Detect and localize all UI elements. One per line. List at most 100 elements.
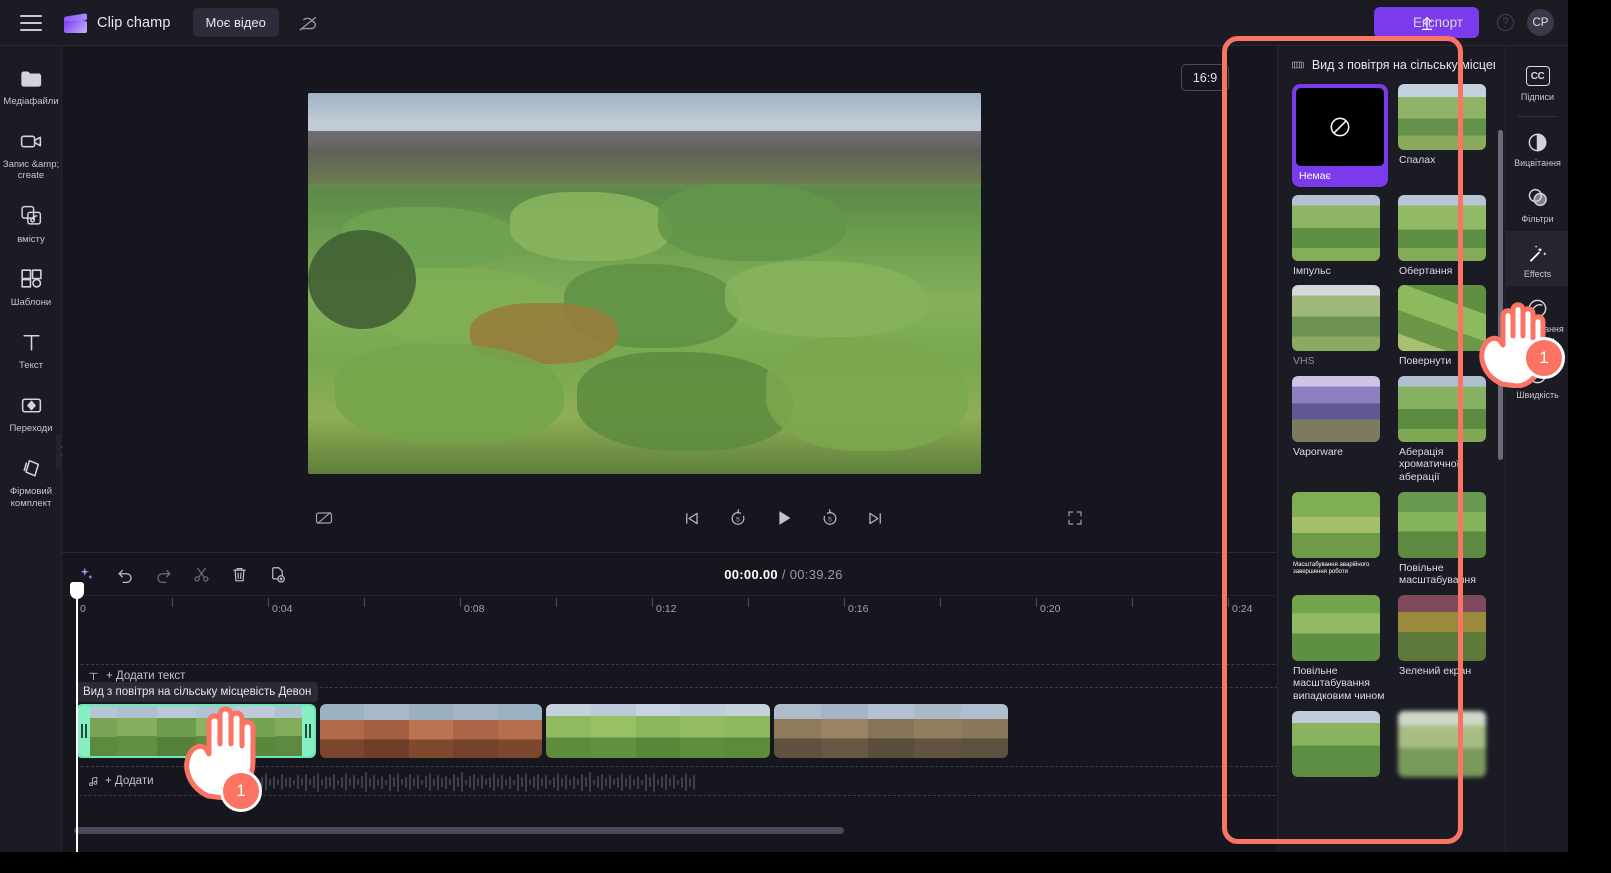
- timeline-tools: [62, 559, 292, 589]
- sidebar-item-effects[interactable]: Effects: [1506, 231, 1568, 287]
- forward-5-icon[interactable]: 5: [818, 506, 842, 530]
- effect-option-flash[interactable]: Спалах: [1398, 84, 1494, 187]
- table-row[interactable]: [774, 704, 1008, 758]
- fade-icon: [1526, 130, 1550, 154]
- effect-option-crash-zoom[interactable]: Масштабування аварійного завершення робо…: [1292, 491, 1388, 587]
- effects-panel-scrollbar[interactable]: [1498, 130, 1503, 460]
- sidebar-item-speed[interactable]: Швидкість: [1506, 352, 1568, 407]
- sidebar-item-brandkit-label: Фірмовий комплект: [9, 486, 53, 509]
- split-icon[interactable]: [186, 559, 216, 589]
- clip-trim-handle-right[interactable]: [302, 706, 314, 756]
- audio-track-add-label: + Додати: [105, 775, 154, 787]
- app-header: Clip champ Моє відео Експорт CP: [0, 0, 1568, 46]
- rewind-5-icon[interactable]: 5: [726, 506, 750, 530]
- clipchamp-logo-icon: [64, 12, 88, 34]
- clip-trim-handle-left[interactable]: [78, 706, 90, 756]
- sidebar-item-templates[interactable]: Шаблони: [0, 257, 62, 314]
- effect-option-none[interactable]: Немає: [1292, 84, 1388, 187]
- effects-panel: Вид з повітря на сільську місцевість Дев…: [1277, 46, 1505, 852]
- duplicate-icon[interactable]: [262, 559, 292, 589]
- skip-to-end-icon[interactable]: [864, 506, 888, 530]
- sidebar-item-color-adjust[interactable]: Коригування кольору: [1506, 286, 1568, 352]
- clip-thumbnails: [546, 704, 770, 758]
- audio-track-add[interactable]: + Додати: [76, 766, 1480, 796]
- cloud-off-icon[interactable]: [297, 12, 319, 34]
- sidebar-item-text[interactable]: Текст: [0, 320, 62, 377]
- effects-panel-title: Вид з повітря на сільську місцевість Дев…: [1311, 58, 1495, 72]
- playhead[interactable]: [70, 582, 84, 852]
- effect-option-14[interactable]: [1398, 710, 1494, 781]
- undo-icon[interactable]: [110, 559, 140, 589]
- aspect-ratio-button[interactable]: 16:9: [1181, 64, 1229, 91]
- timeline-scrollbar-thumb[interactable]: [74, 827, 844, 834]
- effect-option-flip[interactable]: Повернути: [1398, 285, 1494, 368]
- effect-label: Аберація хроматичної аберації: [1399, 445, 1460, 483]
- effect-option-vhs[interactable]: VHS: [1292, 285, 1388, 368]
- captions-off-icon[interactable]: [312, 506, 336, 530]
- delete-icon[interactable]: [224, 559, 254, 589]
- color-adjust-icon: [1526, 296, 1550, 320]
- effect-label: Зелений екран: [1399, 664, 1472, 677]
- fullscreen-icon[interactable]: [1063, 506, 1087, 530]
- sidebar-item-content[interactable]: вмісту: [0, 194, 62, 251]
- table-row[interactable]: [76, 704, 316, 758]
- clip-tooltip: Вид з повітря на сільську місцевість Дев…: [76, 682, 319, 702]
- effect-option-pulse[interactable]: Імпульс: [1292, 194, 1388, 278]
- sidebar-item-media[interactable]: Медіафайли: [0, 56, 62, 113]
- effect-option-green-screen[interactable]: Зелений екран: [1398, 594, 1494, 703]
- effects-grid: Немає Спалах Імпульс Обертання VHS Повер…: [1278, 80, 1505, 791]
- redo-icon[interactable]: [148, 559, 178, 589]
- time-separator: /: [781, 566, 786, 582]
- effect-thumbnail: [1292, 491, 1380, 558]
- filters-icon: [1526, 186, 1550, 210]
- table-row[interactable]: [546, 704, 770, 758]
- sidebar-item-fade[interactable]: Вицвітання: [1506, 120, 1568, 175]
- effect-label: Масштабування аварійного завершення робо…: [1293, 561, 1370, 575]
- effect-thumbnail: [1292, 375, 1380, 442]
- my-video-button[interactable]: Моє відео: [192, 8, 279, 37]
- sidebar-item-fade-label: Вицвітання: [1514, 158, 1561, 169]
- help-circle-icon[interactable]: [1495, 12, 1517, 34]
- sidebar-item-captions[interactable]: CC Підписи: [1506, 54, 1568, 109]
- video-preview[interactable]: [308, 93, 981, 474]
- sidebar-item-transitions[interactable]: Переходи: [0, 383, 62, 440]
- table-row[interactable]: [320, 704, 542, 758]
- brand-kit-icon: [18, 455, 44, 481]
- sidebar-item-captions-label: Підписи: [1520, 92, 1555, 102]
- effect-option-slow-zoom[interactable]: Повільне масштабування: [1398, 491, 1494, 587]
- effects-panel-collapse-button[interactable]: [1277, 436, 1278, 470]
- skip-to-start-icon[interactable]: [680, 506, 704, 530]
- speed-gauge-icon: [1526, 362, 1550, 386]
- sidebar-item-filters[interactable]: Фільтри: [1506, 176, 1568, 231]
- folder-icon: [18, 65, 44, 91]
- export-label: Експорт: [1412, 15, 1463, 30]
- text-track-add-label: + Додати текст: [106, 670, 186, 682]
- hamburger-icon[interactable]: [20, 14, 42, 31]
- effect-thumbnail: [1398, 194, 1486, 261]
- preview-field: [509, 192, 672, 261]
- text-icon: [89, 672, 98, 680]
- sidebar-item-brandkit[interactable]: Фірмовий комплект: [0, 446, 62, 514]
- time-display: 00:00.00 / 00:39.26: [724, 567, 843, 582]
- effect-label: Немає: [1299, 170, 1331, 182]
- play-button[interactable]: [772, 506, 796, 530]
- sidebar-item-record[interactable]: Запис &amp; create: [0, 119, 62, 187]
- effect-label: Повільне масштабування випадковим чином: [1293, 664, 1385, 702]
- effect-option-chromatic-aberration[interactable]: Аберація хроматичної аберації: [1398, 375, 1494, 484]
- transitions-icon: [18, 392, 44, 418]
- effect-option-vaporware[interactable]: Vaporware: [1292, 375, 1388, 484]
- effect-option-random-slow-zoom[interactable]: Повільне масштабування випадковим чином: [1292, 594, 1388, 703]
- effect-option-rotate[interactable]: Обертання: [1398, 194, 1494, 278]
- effect-label: Обертання: [1399, 264, 1453, 277]
- effect-option-13[interactable]: [1292, 710, 1388, 781]
- effect-thumbnail: [1292, 710, 1380, 777]
- avatar[interactable]: CP: [1527, 9, 1554, 36]
- sidebar-divider: [1518, 116, 1556, 118]
- ruler-tick-label: 0:12: [656, 603, 677, 615]
- playhead-knob[interactable]: [70, 582, 84, 599]
- clip-thumbnails: [320, 704, 542, 758]
- effect-thumbnail: [1398, 84, 1486, 150]
- sidebar-item-color-adjust-label: Коригування кольору: [1511, 324, 1564, 345]
- effects-panel-header: Вид з повітря на сільську місцевість Дев…: [1278, 46, 1505, 80]
- effects-wand-icon: [1526, 241, 1550, 265]
